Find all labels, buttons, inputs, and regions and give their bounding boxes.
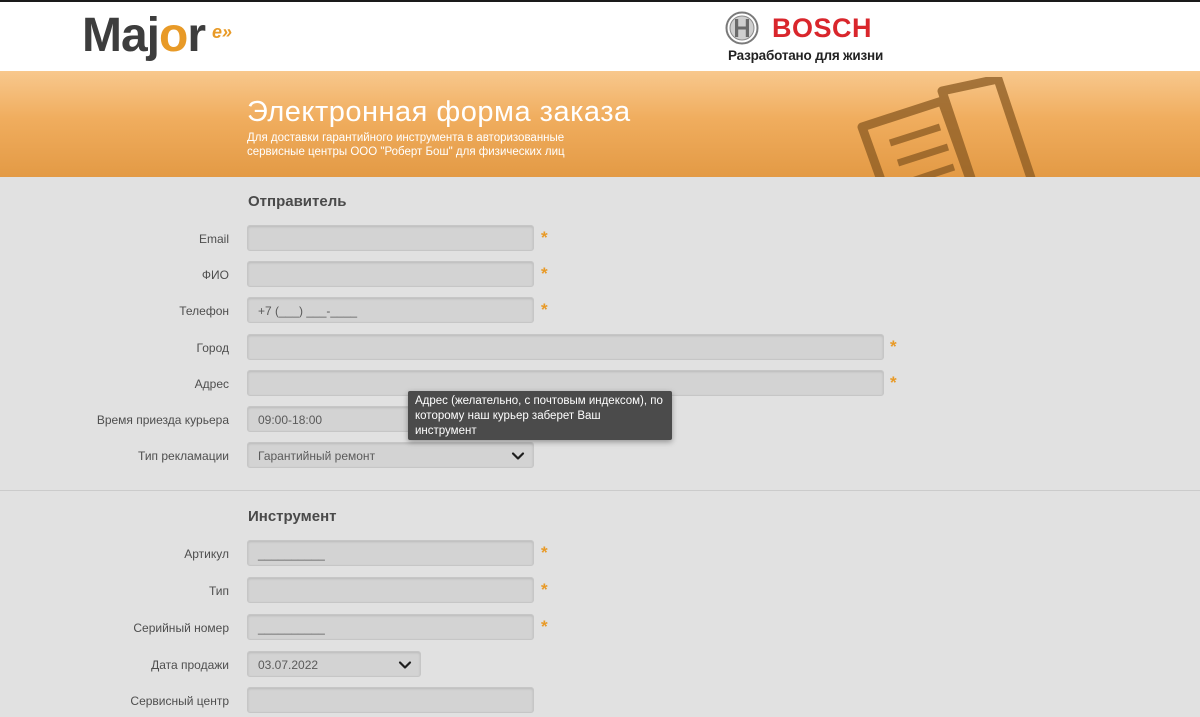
site-header: Major e» BOSCH Разработано для жизни xyxy=(0,2,1200,71)
sender-section-title: Отправитель xyxy=(248,193,347,210)
claim-type-select[interactable]: Гарантийный ремонт xyxy=(247,442,534,468)
document-icon xyxy=(857,77,1036,177)
required-marker: * xyxy=(890,337,897,356)
section-divider xyxy=(0,490,1200,491)
address-tooltip: Адрес (желательно, с почтовым индексом),… xyxy=(408,391,672,440)
type-label: Тип xyxy=(208,584,229,598)
claim-type-value: Гарантийный ремонт xyxy=(258,449,376,463)
order-form-banner: Электронная форма заказа Для доставки га… xyxy=(0,71,1200,177)
tool-section-title: Инструмент xyxy=(248,508,337,525)
fio-label: ФИО xyxy=(201,268,229,282)
city-label: Город xyxy=(196,341,229,355)
serial-number-field[interactable]: __________ xyxy=(247,614,534,640)
required-marker: * xyxy=(541,543,548,562)
sale-date-select[interactable]: 03.07.2022 xyxy=(247,651,421,677)
required-marker: * xyxy=(541,580,548,599)
bosch-slogan: Разработано для жизни xyxy=(728,48,884,63)
phone-field[interactable]: +7 (___) ___-____ xyxy=(247,297,534,323)
service-center-label: Сервисный центр xyxy=(130,694,229,708)
email-label: Email xyxy=(198,232,229,246)
courier-time-label: Время приезда курьера xyxy=(96,413,229,427)
email-field[interactable] xyxy=(247,225,534,251)
required-marker: * xyxy=(541,300,548,319)
phone-label: Телефон xyxy=(179,304,229,318)
service-center-field[interactable] xyxy=(247,687,534,713)
bosch-armature-icon xyxy=(725,11,759,45)
type-field[interactable] xyxy=(247,577,534,603)
major-logo-o: o xyxy=(159,9,188,62)
address-label: Адрес xyxy=(194,377,229,391)
article-field[interactable]: __________ xyxy=(247,540,534,566)
chevron-down-icon xyxy=(398,661,412,669)
required-marker: * xyxy=(541,617,548,636)
claim-type-label: Тип рекламации xyxy=(138,449,229,463)
article-label: Артикул xyxy=(184,547,229,561)
required-marker: * xyxy=(890,373,897,392)
page-title: Электронная форма заказа xyxy=(247,96,631,128)
fio-field[interactable] xyxy=(247,261,534,287)
serial-label: Серийный номер xyxy=(133,621,229,635)
major-logo[interactable]: Major e» xyxy=(82,9,232,62)
major-logo-r: r xyxy=(187,9,206,62)
sale-date-value: 03.07.2022 xyxy=(258,658,319,672)
major-logo-superscript: e» xyxy=(212,22,233,42)
bosch-logo[interactable]: BOSCH xyxy=(772,12,872,44)
page-subtitle: Для доставки гарантийного инструмента в … xyxy=(247,132,565,158)
required-marker: * xyxy=(541,264,548,283)
major-logo-text: Maj xyxy=(82,9,160,62)
city-field[interactable] xyxy=(247,334,884,360)
required-marker: * xyxy=(541,228,548,247)
chevron-down-icon xyxy=(511,452,525,460)
sale-date-label: Дата продажи xyxy=(151,658,229,672)
